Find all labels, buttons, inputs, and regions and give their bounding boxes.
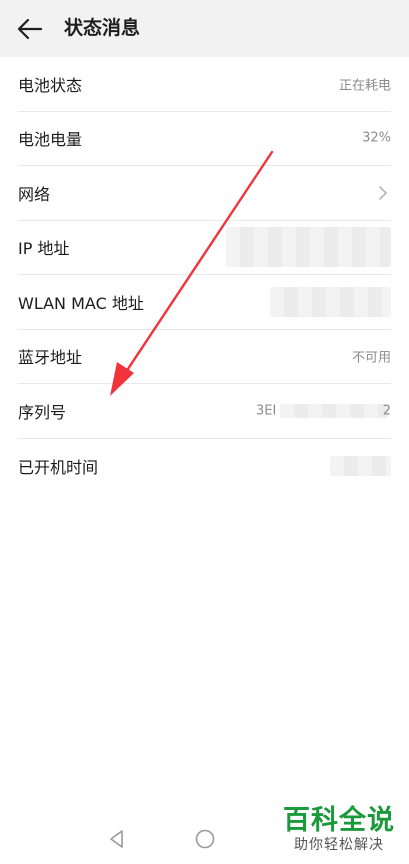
redacted-value bbox=[270, 286, 391, 317]
serial-suffix: 2 bbox=[382, 403, 391, 419]
status-screen: 状态消息 电池状态 正在耗电 电池电量 32% 网络 IP 地址 WLAN MA… bbox=[0, 0, 409, 864]
row-label: 网络 bbox=[18, 184, 51, 204]
serial-number-row: 序列号 3EI 2 bbox=[18, 384, 391, 439]
row-value: 正在耗电 bbox=[338, 78, 391, 94]
row-label: 蓝牙地址 bbox=[18, 348, 83, 368]
redacted-value bbox=[226, 227, 391, 268]
watermark-tagline: 助你轻松解决 bbox=[294, 837, 384, 853]
row-label: WLAN MAC 地址 bbox=[18, 293, 144, 313]
status-list: 电池状态 正在耗电 电池电量 32% 网络 IP 地址 WLAN MAC 地址 … bbox=[0, 57, 409, 493]
circle-home-icon[interactable] bbox=[194, 828, 216, 850]
row-label: IP 地址 bbox=[18, 239, 70, 259]
back-button[interactable] bbox=[14, 13, 46, 45]
row-label: 电池电量 bbox=[18, 130, 83, 150]
serial-prefix: 3EI bbox=[256, 403, 277, 419]
chevron-right-icon bbox=[379, 185, 387, 200]
page-title: 状态消息 bbox=[64, 17, 141, 39]
redacted-value bbox=[280, 403, 388, 418]
row-label: 已开机时间 bbox=[18, 457, 99, 477]
row-value: 不可用 bbox=[351, 350, 391, 366]
uptime-row: 已开机时间 bbox=[18, 439, 391, 494]
row-value: 32% bbox=[362, 130, 391, 146]
app-header: 状态消息 bbox=[0, 0, 409, 57]
triangle-back-icon[interactable] bbox=[106, 828, 128, 850]
arrow-left-icon bbox=[17, 18, 43, 40]
watermark: 百科全说 助你轻松解决 bbox=[283, 806, 395, 854]
ip-address-row: IP 地址 bbox=[18, 221, 391, 275]
row-label: 电池状态 bbox=[18, 75, 83, 95]
wlan-mac-row: WLAN MAC 地址 bbox=[18, 275, 391, 330]
redacted-value bbox=[330, 455, 391, 476]
watermark-logo: 百科全说 bbox=[283, 805, 395, 836]
bluetooth-address-row: 蓝牙地址 不可用 bbox=[18, 330, 391, 384]
network-row[interactable]: 网络 bbox=[18, 166, 391, 221]
row-label: 序列号 bbox=[18, 402, 67, 422]
battery-status-row: 电池状态 正在耗电 bbox=[18, 57, 391, 112]
battery-level-row: 电池电量 32% bbox=[18, 112, 391, 166]
